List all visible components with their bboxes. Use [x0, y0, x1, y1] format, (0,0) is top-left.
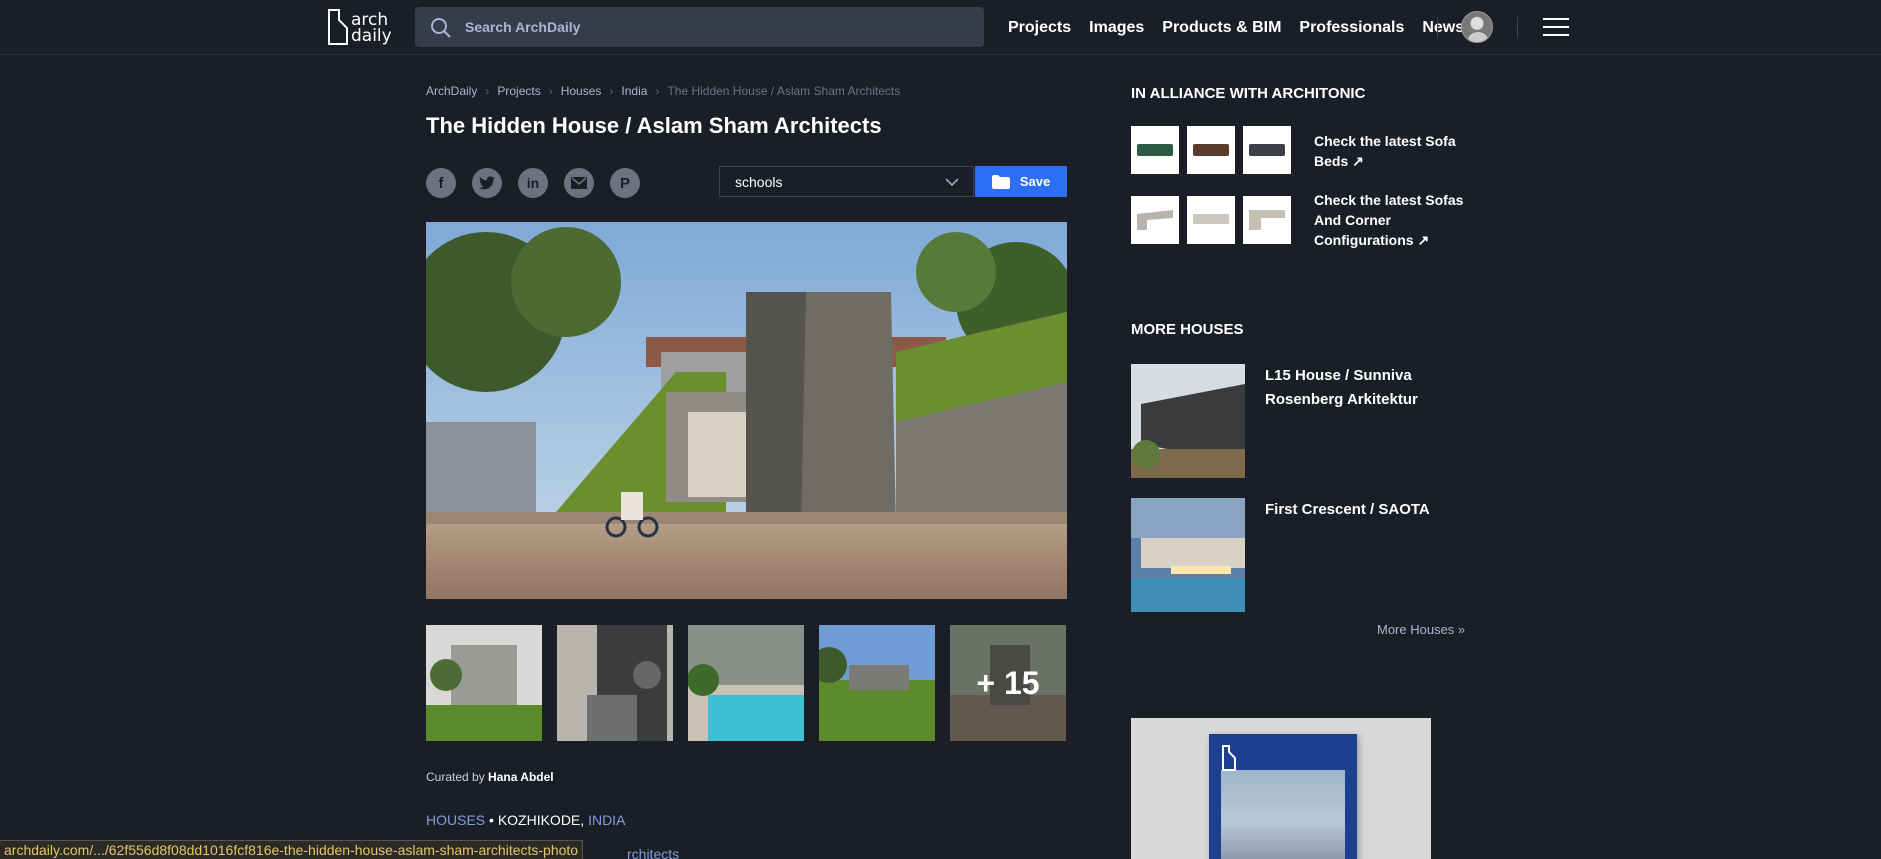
- book-cover-photo: [1221, 770, 1345, 859]
- product-thumb[interactable]: [1187, 196, 1235, 244]
- house-title-link[interactable]: L15 House / Sunniva Rosenberg Arkitektur: [1265, 364, 1445, 412]
- external-link-icon: ↗: [1417, 232, 1430, 248]
- curated-by: Curated by Hana Abdel: [426, 770, 554, 784]
- chevron-right-icon: ›: [548, 84, 553, 98]
- chevron-right-icon: ›: [655, 84, 660, 98]
- breadcrumb-projects[interactable]: Projects: [497, 84, 540, 98]
- external-link-icon: ↗: [1352, 153, 1364, 169]
- house-title-link[interactable]: First Crescent / SAOTA: [1265, 498, 1445, 522]
- linkedin-icon[interactable]: in: [518, 168, 548, 198]
- product-thumb[interactable]: [1131, 196, 1179, 244]
- folder-select-value: schools: [735, 173, 783, 190]
- save-label: Save: [1019, 174, 1051, 189]
- sofas-link[interactable]: Check the latest Sofas And Corner Config…: [1314, 190, 1474, 250]
- nav-products-bim[interactable]: Products & BIM: [1162, 19, 1281, 37]
- gallery-thumb[interactable]: [819, 625, 935, 741]
- tag-country[interactable]: INDIA: [588, 812, 625, 828]
- page-title: The Hidden House / Aslam Sham Architects: [426, 113, 882, 138]
- logo-text: arch daily: [351, 10, 392, 46]
- gallery-thumbnails: + 15: [426, 625, 1066, 741]
- search-icon: [431, 18, 451, 38]
- product-thumb[interactable]: [1187, 126, 1235, 174]
- breadcrumb-current: The Hidden House / Aslam Sham Architects: [667, 84, 901, 98]
- sofa-beds-link-text: Check the latest Sofa Beds: [1314, 133, 1456, 169]
- tag-category[interactable]: HOUSES: [426, 812, 485, 828]
- project-tags: HOUSES • KOZHIKODE, INDIA: [426, 812, 625, 828]
- search-input[interactable]: [465, 7, 965, 47]
- gallery-thumb[interactable]: [557, 625, 673, 741]
- chevron-down-icon: [945, 178, 959, 187]
- save-button[interactable]: Save: [975, 166, 1067, 197]
- product-thumb[interactable]: [1243, 196, 1291, 244]
- tag-separator: •: [489, 812, 494, 828]
- breadcrumb-india[interactable]: India: [621, 84, 647, 98]
- archdaily-logo-icon: [1222, 745, 1236, 771]
- curated-prefix: Curated by: [426, 770, 485, 784]
- nav-divider: [1517, 17, 1518, 38]
- tag-comma: ,: [580, 812, 585, 828]
- search-box[interactable]: [415, 7, 984, 47]
- product-thumb[interactable]: [1131, 126, 1179, 174]
- chevron-right-icon: ›: [609, 84, 614, 98]
- nav-images[interactable]: Images: [1089, 19, 1144, 37]
- top-header: archdaily Projects Images Products & BIM…: [0, 0, 1881, 55]
- breadcrumb-archdaily[interactable]: ArchDaily: [426, 84, 477, 98]
- hero-image[interactable]: [426, 222, 1067, 599]
- sofas-link-text: Check the latest Sofas And Corner Config…: [1314, 192, 1464, 248]
- chevron-right-icon: ›: [485, 84, 490, 98]
- gallery-thumb[interactable]: [688, 625, 804, 741]
- main-nav: Projects Images Products & BIM Professio…: [1008, 0, 1464, 55]
- folder-icon: [991, 174, 1010, 189]
- hamburger-menu-icon[interactable]: [1543, 18, 1569, 37]
- email-icon[interactable]: [564, 168, 594, 198]
- product-row-sofa-beds: [1131, 126, 1291, 174]
- tag-city: KOZHIKODE: [497, 812, 581, 828]
- book-image: [1209, 734, 1357, 859]
- gallery-thumb-more[interactable]: + 15: [950, 625, 1066, 741]
- product-thumb[interactable]: [1243, 126, 1291, 174]
- nav-divider: [1437, 17, 1438, 38]
- status-bar-url: archdaily.com/.../62f556d8f08dd1016fcf81…: [0, 840, 584, 859]
- nav-news[interactable]: News: [1422, 19, 1464, 37]
- archdaily-logo[interactable]: arch daily: [325, 6, 393, 48]
- breadcrumb-houses[interactable]: Houses: [561, 84, 602, 98]
- curator-name[interactable]: Hana Abdel: [488, 770, 554, 784]
- sofa-beds-link[interactable]: Check the latest Sofa Beds ↗: [1314, 131, 1474, 171]
- more-houses-title: MORE HOUSES: [1131, 321, 1244, 338]
- twitter-icon[interactable]: [472, 168, 502, 198]
- ad-banner[interactable]: [1131, 718, 1431, 859]
- nav-projects[interactable]: Projects: [1008, 19, 1071, 37]
- user-avatar[interactable]: [1461, 11, 1493, 43]
- architects-link[interactable]: rchitects: [627, 846, 679, 859]
- facebook-icon[interactable]: f: [426, 168, 456, 198]
- alliance-title: IN ALLIANCE WITH ARCHITONIC: [1131, 85, 1366, 102]
- share-bar: f in P: [426, 168, 640, 198]
- more-houses-link[interactable]: More Houses »: [1377, 622, 1465, 637]
- folder-select[interactable]: schools: [719, 166, 974, 197]
- gallery-thumb[interactable]: [426, 625, 542, 741]
- pinterest-icon[interactable]: P: [610, 168, 640, 198]
- more-photos-count: + 15: [950, 625, 1066, 741]
- breadcrumb: ArchDaily › Projects › Houses › India › …: [426, 84, 900, 98]
- product-row-sofas: [1131, 196, 1291, 244]
- house-thumb[interactable]: [1131, 498, 1245, 612]
- nav-professionals[interactable]: Professionals: [1299, 19, 1404, 37]
- house-thumb[interactable]: [1131, 364, 1245, 478]
